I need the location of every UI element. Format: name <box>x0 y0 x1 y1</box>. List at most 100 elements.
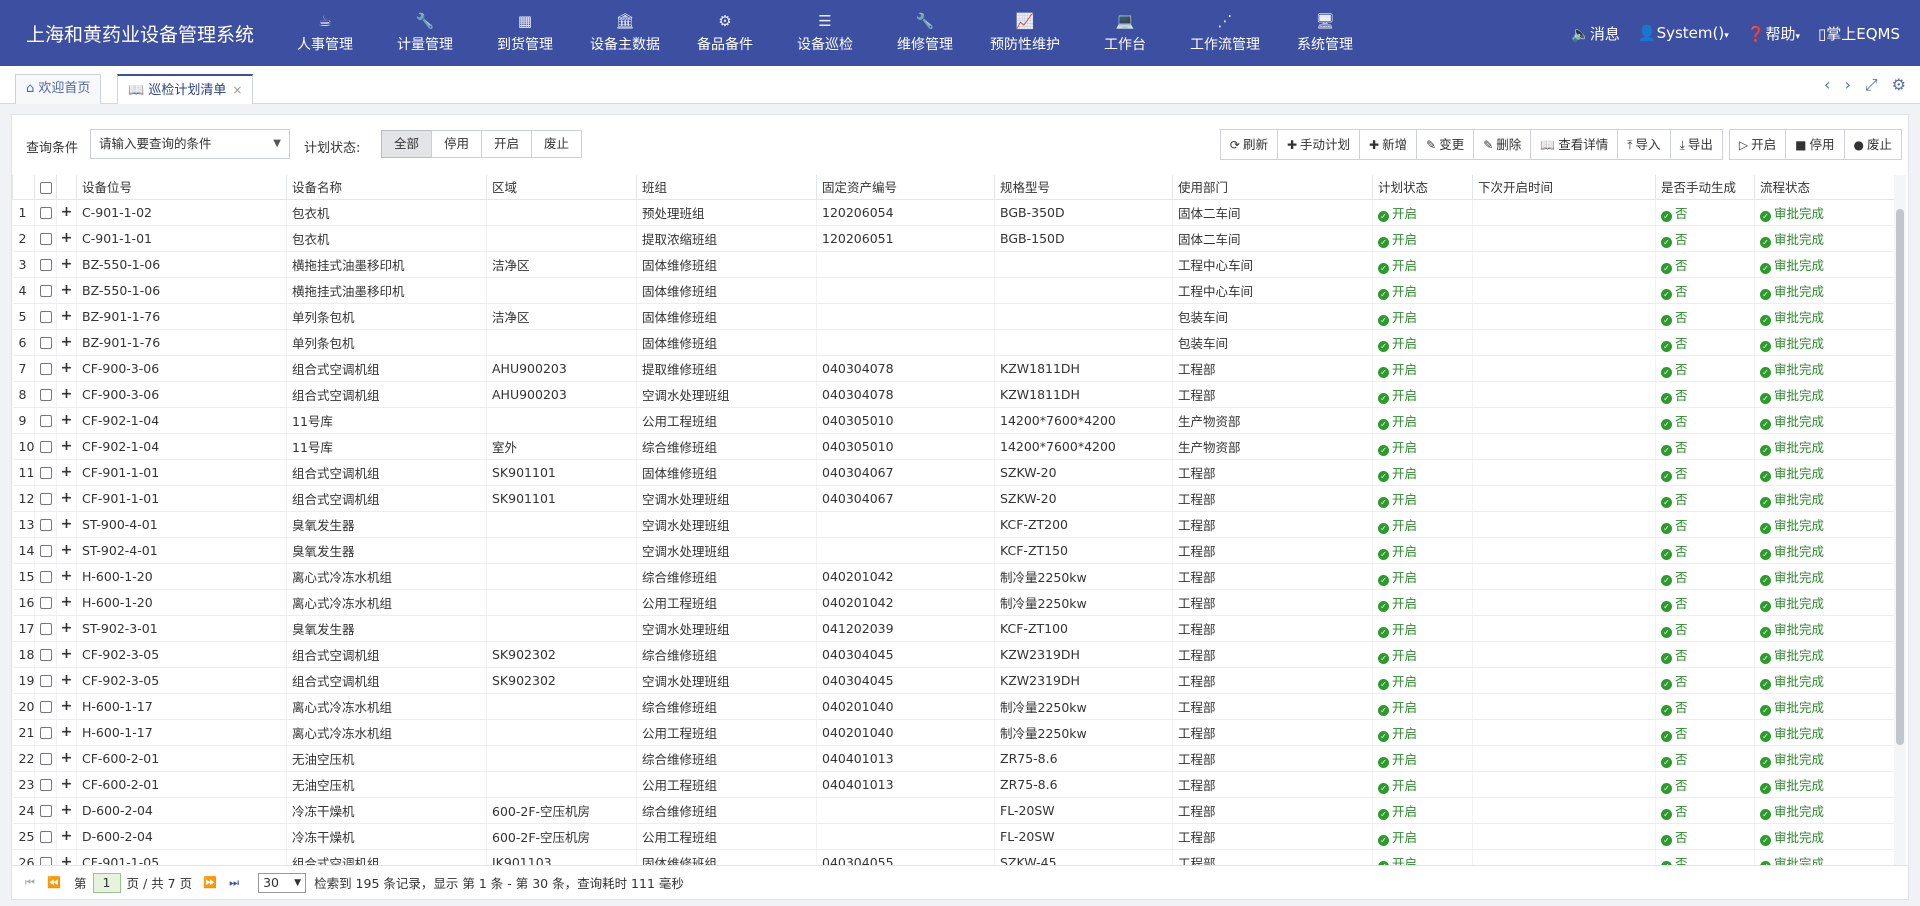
expand-row-icon[interactable]: + <box>56 719 77 746</box>
expand-row-icon[interactable]: + <box>56 849 77 865</box>
column-header[interactable]: 区域 <box>486 175 637 200</box>
first-page-icon[interactable]: ⏮ <box>20 876 40 890</box>
vertical-scrollbar[interactable] <box>1894 175 1906 865</box>
nav-item-8[interactable]: 💻 工作台 <box>1075 0 1175 66</box>
enable-button[interactable]: ▷ 开启 <box>1728 129 1787 160</box>
nav-item-7[interactable]: 📈 预防性维护 <box>975 0 1075 66</box>
row-checkbox[interactable] <box>39 831 52 843</box>
last-page-icon[interactable]: ⏭ <box>224 876 244 890</box>
table-row[interactable]: 7 + CF-900-3-06 组合式空调机组 AHU900203 提取维修班组 04030… <box>12 355 1896 382</box>
row-checkbox[interactable] <box>39 311 52 323</box>
expand-row-icon[interactable]: + <box>56 693 77 720</box>
nav-item-6[interactable]: 🔧 维修管理 <box>875 0 975 66</box>
table-row[interactable]: 5 + BZ-901-1-76 单列条包机 洁净区 固体维修班组 包装车间 ✓ 开启 ✓ 否 ✓ 审批完… <box>12 303 1896 330</box>
view-details-button[interactable]: 📖 查看详情 <box>1530 129 1619 160</box>
table-row[interactable]: 23 + CF-600-2-01 无油空压机 公用工程班组 040401013 ZR75-8… <box>12 771 1896 798</box>
table-row[interactable]: 9 + CF-902-1-04 11号库 公用工程班组 040305010 14200*76… <box>12 407 1896 434</box>
table-row[interactable]: 15 + H-600-1-20 离心式冷冻水机组 综合维修班组 040201042 制冷量2… <box>12 563 1896 590</box>
column-header[interactable]: 规格型号 <box>994 175 1173 200</box>
messages-link[interactable]: 🔈消息 <box>1571 23 1620 44</box>
nav-item-4[interactable]: ⚙ 备品备件 <box>675 0 775 66</box>
table-row[interactable]: 14 + ST-902-4-01 臭氧发生器 空调水处理班组 KCF-ZT150 工程部 ✓ 开… <box>12 537 1896 564</box>
row-checkbox[interactable] <box>39 519 52 531</box>
row-checkbox[interactable] <box>39 233 52 245</box>
row-checkbox[interactable] <box>39 805 52 817</box>
row-checkbox[interactable] <box>39 389 52 401</box>
tab-inspection-plan[interactable]: 📖 巡检计划清单 × <box>117 74 254 104</box>
table-row[interactable]: 22 + CF-600-2-01 无油空压机 综合维修班组 040401013 ZR75-8… <box>12 745 1896 772</box>
row-checkbox[interactable] <box>39 441 52 453</box>
abolish-button[interactable]: ● 废止 <box>1843 129 1902 160</box>
column-header[interactable]: 设备名称 <box>286 175 487 200</box>
chevron-right-icon[interactable]: › <box>1844 75 1850 95</box>
export-button[interactable]: ⤓ 导出 <box>1669 129 1723 160</box>
row-checkbox[interactable] <box>39 545 52 557</box>
table-row[interactable]: 16 + H-600-1-20 离心式冷冻水机组 公用工程班组 040201042 制冷量2… <box>12 589 1896 616</box>
row-checkbox[interactable] <box>39 649 52 661</box>
expand-row-icon[interactable]: + <box>56 563 77 590</box>
expand-row-icon[interactable]: + <box>56 797 77 824</box>
column-header[interactable]: 班组 <box>636 175 817 200</box>
row-checkbox[interactable] <box>39 207 52 219</box>
table-row[interactable]: 20 + H-600-1-17 离心式冷冻水机组 综合维修班组 040201040 制冷量2… <box>12 693 1896 720</box>
column-header[interactable]: 设备位号 <box>76 175 287 200</box>
nav-item-10[interactable]: 🖥 系统管理 <box>1275 0 1375 66</box>
column-header[interactable]: 使用部门 <box>1172 175 1373 200</box>
expand-row-icon[interactable]: + <box>56 225 77 252</box>
row-checkbox[interactable] <box>39 857 52 865</box>
nav-item-3[interactable]: 🏛 设备主数据 <box>575 0 675 66</box>
table-row[interactable]: 10 + CF-902-1-04 11号库 室外 综合维修班组 040305010 14200… <box>12 433 1896 460</box>
chevron-left-icon[interactable]: ‹ <box>1824 75 1830 95</box>
scrollbar-thumb[interactable] <box>1896 209 1904 745</box>
expand-row-icon[interactable]: + <box>56 433 77 460</box>
nav-item-9[interactable]: ⋰ 工作流管理 <box>1175 0 1275 66</box>
table-row[interactable]: 26 + CF-901-1-05 组合式空调机组 JK901103 固体维修班组 04030… <box>12 849 1896 865</box>
nav-item-1[interactable]: 🔧 计量管理 <box>375 0 475 66</box>
row-checkbox[interactable] <box>39 727 52 739</box>
expand-row-icon[interactable]: + <box>56 589 77 616</box>
table-row[interactable]: 17 + ST-902-3-01 臭氧发生器 空调水处理班组 041202039 KCF-Z… <box>12 615 1896 642</box>
expand-row-icon[interactable]: + <box>56 329 77 356</box>
refresh-button[interactable]: ⟳ 刷新 <box>1219 129 1278 160</box>
change-button[interactable]: ✎ 变更 <box>1416 129 1475 160</box>
row-checkbox[interactable] <box>39 623 52 635</box>
manual-plan-button[interactable]: ✚ 手动计划 <box>1276 129 1361 160</box>
row-checkbox[interactable] <box>39 467 52 479</box>
row-checkbox[interactable] <box>39 597 52 609</box>
table-row[interactable]: 25 + D-600-2-04 冷冻干燥机 600-2F-空压机房 公用工程班组 FL-20… <box>12 823 1896 850</box>
row-checkbox[interactable] <box>39 363 52 375</box>
delete-button[interactable]: ✎ 删除 <box>1473 129 1532 160</box>
expand-row-icon[interactable]: + <box>56 485 77 512</box>
column-header[interactable]: 固定资产编号 <box>816 175 995 200</box>
close-icon[interactable]: × <box>232 83 242 97</box>
table-row[interactable]: 4 + BZ-550-1-06 横拖挂式油墨移印机 固体维修班组 工程中心车间 ✓ 开启 ✓ 否 ✓… <box>12 277 1896 304</box>
row-checkbox[interactable] <box>39 753 52 765</box>
nav-item-2[interactable]: ▦ 到货管理 <box>475 0 575 66</box>
gear-icon[interactable]: ⚙ <box>1892 75 1906 95</box>
expand-row-icon[interactable]: + <box>56 771 77 798</box>
expand-icon[interactable]: ⤢ <box>1865 75 1878 95</box>
checkbox[interactable] <box>39 181 52 194</box>
disable-button[interactable]: ■ 停用 <box>1785 129 1845 160</box>
help-menu[interactable]: ❓帮助▾ <box>1747 23 1800 44</box>
column-header[interactable]: 计划状态 <box>1372 175 1473 200</box>
expand-row-icon[interactable]: + <box>56 511 77 538</box>
nav-item-0[interactable]: ☕ 人事管理 <box>275 0 375 66</box>
expand-row-icon[interactable]: + <box>56 823 77 850</box>
table-row[interactable]: 24 + D-600-2-04 冷冻干燥机 600-2F-空压机房 综合维修班组 FL-20… <box>12 797 1896 824</box>
column-header[interactable]: 下次开启时间 <box>1472 175 1656 200</box>
row-checkbox[interactable] <box>39 701 52 713</box>
expand-row-icon[interactable]: + <box>56 745 77 772</box>
expand-row-icon[interactable]: + <box>56 355 77 382</box>
column-header[interactable]: 是否手动生成 <box>1655 175 1755 200</box>
expand-row-icon[interactable]: + <box>56 277 77 304</box>
table-row[interactable]: 8 + CF-900-3-06 组合式空调机组 AHU900203 空调水处理班组 0403… <box>12 381 1896 408</box>
table-row[interactable]: 1 + C-901-1-02 包衣机 预处理班组 120206054 BGB-350D 固体二… <box>12 199 1896 226</box>
tab-welcome[interactable]: ⌂ 欢迎首页 <box>15 74 102 104</box>
table-row[interactable]: 6 + BZ-901-1-76 单列条包机 固体维修班组 包装车间 ✓ 开启 ✓ 否 ✓ 审批完成 <box>12 329 1896 356</box>
table-row[interactable]: 21 + H-600-1-17 离心式冷冻水机组 公用工程班组 040201040 制冷量2… <box>12 719 1896 746</box>
status-disabled-button[interactable]: 停用 <box>431 130 483 158</box>
expand-row-icon[interactable]: + <box>56 199 77 226</box>
table-row[interactable]: 12 + CF-901-1-01 组合式空调机组 SK901101 空调水处理班组 0403… <box>12 485 1896 512</box>
eqms-link[interactable]: ▯掌上EQMS <box>1818 23 1900 44</box>
